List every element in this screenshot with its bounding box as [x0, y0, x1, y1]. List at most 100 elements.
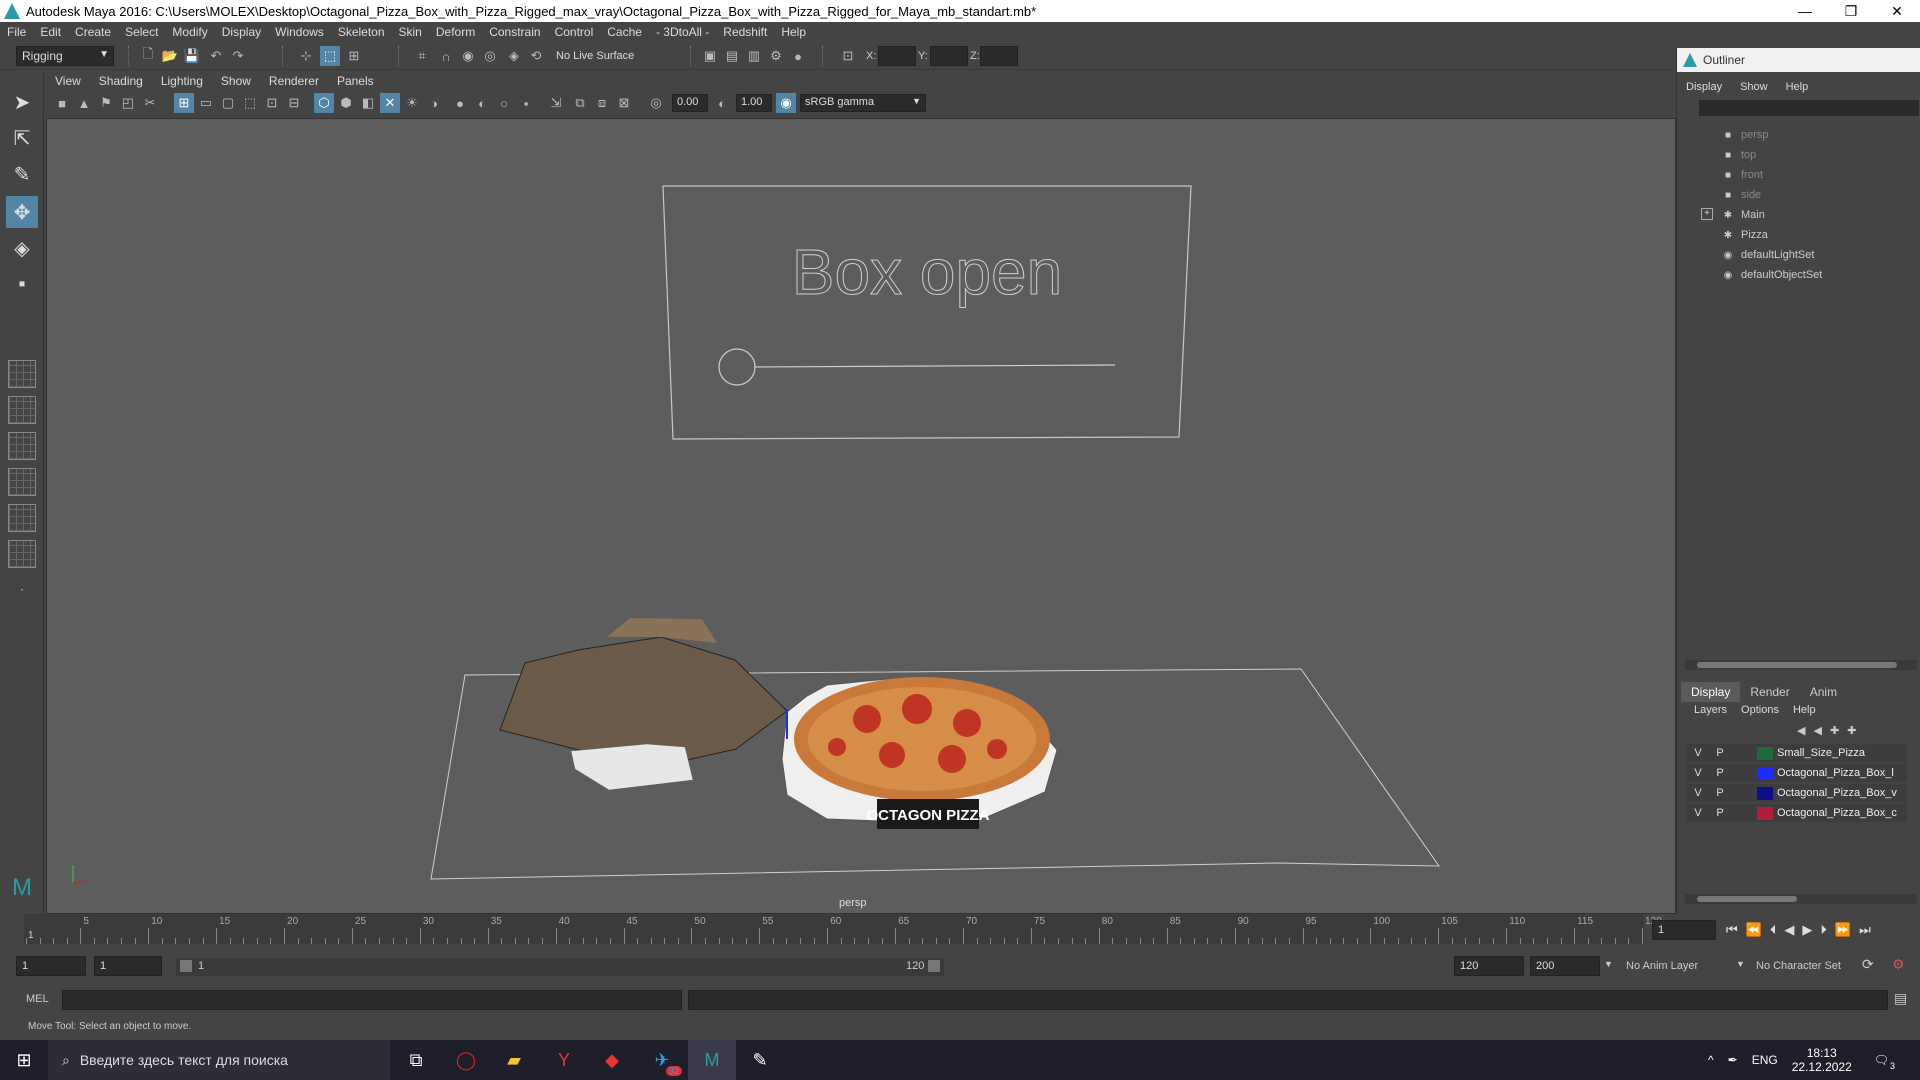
select-hierarchy-icon[interactable]: ⊹ [296, 46, 316, 66]
snap-view-icon[interactable]: ◎ [480, 46, 500, 66]
minimize-button[interactable]: — [1782, 0, 1828, 22]
layer-row[interactable]: V P Octagonal_Pizza_Box_l [1687, 764, 1907, 782]
playback-end-field[interactable]: 120 [1454, 956, 1524, 976]
select-object-icon[interactable]: ⬚ [320, 46, 340, 66]
maya-home-icon[interactable]: M [6, 872, 38, 904]
layer-menu-help[interactable]: Help [1786, 704, 1823, 716]
select-component-icon[interactable]: ⊞ [344, 46, 364, 66]
end-time-field[interactable]: 200 [1530, 956, 1600, 976]
layout-graph-icon[interactable] [8, 504, 36, 532]
box-open-text[interactable]: Box open [791, 236, 1062, 309]
menu-display[interactable]: Display [215, 25, 268, 39]
menu-redshift[interactable]: Redshift [716, 25, 774, 39]
menu-help[interactable]: Help [774, 25, 813, 39]
new-scene-icon[interactable]: 🗋 [138, 46, 158, 66]
chevron-down-icon[interactable]: ▼ [1736, 959, 1745, 969]
panel-menu-show[interactable]: Show [212, 74, 260, 88]
outliner-item-main[interactable]: ✱ Main [1721, 206, 1765, 224]
hypershade-icon[interactable]: ● [788, 46, 808, 66]
panel-menu-shading[interactable]: Shading [90, 74, 152, 88]
grid-toggle-icon[interactable]: ✂ [140, 93, 160, 113]
render-view-icon[interactable]: ▣ [700, 46, 720, 66]
taskbar-search[interactable]: ⌕ Введите здесь текст для поиска [48, 1040, 390, 1080]
gate-mask-icon[interactable]: ⬚ [240, 93, 260, 113]
time-ruler[interactable]: 5 10 15 20 25 30 35 40 45 50 55 60 65 70 75 80 85 90 95 100… [24, 914, 1662, 944]
viewport-persp[interactable]: Box open OCTAGON PIZZA persp [46, 118, 1676, 914]
layer-row[interactable]: V P Octagonal_Pizza_Box_c [1687, 804, 1907, 822]
tray-expand-icon[interactable]: ^ [1708, 1053, 1714, 1067]
mel-label[interactable]: MEL [26, 993, 49, 1005]
backface-icon[interactable]: ⊠ [614, 93, 634, 113]
chevron-down-icon[interactable]: ▼ [1604, 959, 1613, 969]
outliner-item-front[interactable]: ■ front [1721, 166, 1763, 184]
script-editor-icon[interactable]: ▤ [1894, 990, 1907, 1007]
layout-single-icon[interactable] [8, 360, 36, 388]
play-back-icon[interactable]: ◀ [1784, 922, 1794, 938]
menu-edit[interactable]: Edit [33, 25, 68, 39]
playback-start-field[interactable]: 1 [94, 956, 162, 976]
more-layouts-icon[interactable]: · [6, 578, 38, 600]
step-forward-key-icon[interactable]: ⏩ [1835, 922, 1851, 938]
exposure-field[interactable]: 0.00 [672, 94, 708, 112]
rotate-tool-icon[interactable]: ◈ [6, 232, 38, 264]
pen-icon[interactable]: ✒ [1728, 1053, 1738, 1067]
anim-layer-dropdown[interactable]: No Anim Layer [1626, 960, 1698, 972]
layer-scrollbar[interactable] [1685, 894, 1917, 904]
menu-control[interactable]: Control [548, 25, 601, 39]
tab-anim[interactable]: Anim [1800, 682, 1847, 702]
clock[interactable]: 18:13 22.12.2022 [1792, 1046, 1852, 1074]
range-end-handle[interactable] [928, 960, 940, 972]
film-gate-icon[interactable]: ▭ [196, 93, 216, 113]
color-management-icon[interactable]: ◉ [776, 93, 796, 113]
range-bar[interactable]: 1 120 [176, 958, 944, 976]
character-set-dropdown[interactable]: No Character Set [1756, 960, 1841, 972]
playback-toggle[interactable]: P [1709, 747, 1731, 759]
playback-toggle[interactable]: P [1709, 767, 1731, 779]
move-tool-icon[interactable]: ✥ [6, 196, 38, 228]
render-icon[interactable]: ▤ [722, 46, 742, 66]
wireframe-icon[interactable]: ⬡ [314, 93, 334, 113]
file-explorer-icon[interactable]: ▰ [490, 1040, 538, 1080]
resolution-gate-icon[interactable]: ▢ [218, 93, 238, 113]
notification-icon[interactable]: 🗨 3 [1874, 1053, 1895, 1071]
outliner-item-side[interactable]: ■ side [1721, 186, 1761, 204]
snap-curve-icon[interactable]: ∩ [436, 46, 456, 66]
snap-grid-icon[interactable]: ⌗ [412, 46, 432, 66]
wireframe-grid-icon[interactable]: ⊞ [174, 93, 194, 113]
visibility-toggle[interactable]: V [1687, 767, 1709, 779]
step-forward-frame-icon[interactable]: ⏵ [1820, 922, 1827, 938]
playback-toggle[interactable]: P [1709, 807, 1731, 819]
layer-color-swatch[interactable] [1757, 766, 1773, 780]
snap-surface-icon[interactable]: ◈ [504, 46, 524, 66]
control-frame[interactable] [662, 185, 1192, 440]
save-scene-icon[interactable]: 💾 [182, 46, 202, 66]
menu-skin[interactable]: Skin [392, 25, 429, 39]
transform-input-icon[interactable]: ⊡ [838, 46, 858, 66]
playback-toggle[interactable]: P [1709, 787, 1731, 799]
time-slider[interactable]: 5 10 15 20 25 30 35 40 45 50 55 60 65 70 75 80 85 90 95 100… [0, 914, 1920, 946]
restore-button[interactable]: ❐ [1828, 0, 1874, 22]
dof-icon[interactable]: ▪ [516, 93, 536, 113]
open-scene-icon[interactable]: 📂 [160, 46, 180, 66]
visibility-toggle[interactable]: V [1687, 787, 1709, 799]
exposure-icon[interactable]: ◎ [646, 93, 666, 113]
redo-icon[interactable]: ↷ [228, 46, 248, 66]
outliner-item-top[interactable]: ■ top [1721, 146, 1756, 164]
new-layer-icon[interactable]: ✚ [1830, 724, 1839, 737]
outliner-scrollbar[interactable] [1685, 660, 1917, 670]
snap-live-icon[interactable]: ⟲ [526, 46, 546, 66]
menu-3dtoall[interactable]: - 3DtoAll - [649, 25, 716, 39]
menu-constrain[interactable]: Constrain [482, 25, 547, 39]
panel-menu-panels[interactable]: Panels [328, 74, 383, 88]
menu-file[interactable]: File [0, 25, 33, 39]
colorspace-dropdown[interactable]: sRGB gamma ▼ [800, 94, 926, 112]
safe-action-icon[interactable]: ⊟ [284, 93, 304, 113]
layout-two-icon[interactable] [8, 432, 36, 460]
menu-windows[interactable]: Windows [268, 25, 331, 39]
paint-select-icon[interactable]: ✎ [6, 158, 38, 190]
bookmark-icon[interactable]: ⚑ [96, 93, 116, 113]
outliner-menu-help[interactable]: Help [1777, 81, 1818, 93]
anydesk-icon[interactable]: ◆ [588, 1040, 636, 1080]
ipr-render-icon[interactable]: ▥ [744, 46, 764, 66]
go-to-end-icon[interactable]: ⏭ [1859, 922, 1871, 938]
